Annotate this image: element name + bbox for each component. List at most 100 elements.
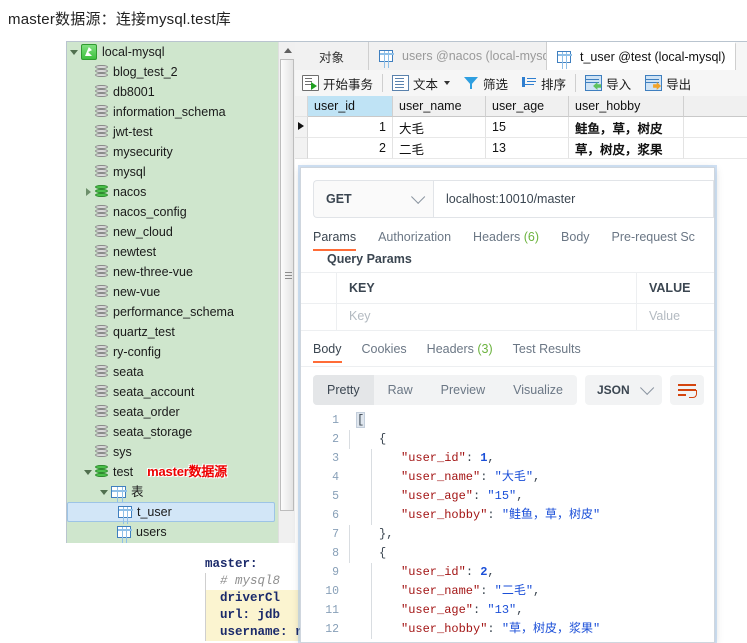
response-format-segments[interactable]: Pretty Raw Preview Visualize: [313, 375, 577, 405]
http-method-select[interactable]: GET: [313, 180, 433, 218]
tree-item-database[interactable]: seata: [67, 362, 278, 382]
code-text[interactable]: {: [349, 544, 386, 563]
tree-item-database[interactable]: nacos_config: [67, 202, 278, 222]
code-text[interactable]: "user_id": 2,: [349, 563, 495, 582]
column-header[interactable]: user_hobby: [569, 96, 684, 117]
tree-vertical-scrollbar[interactable]: [278, 42, 295, 543]
chevron-down-icon[interactable]: [444, 81, 451, 85]
expand-arrow-icon[interactable]: [83, 466, 95, 478]
response-tab-body[interactable]: Body: [313, 342, 342, 363]
tree-item-database[interactable]: quartz_test: [67, 322, 278, 342]
cell-user_id[interactable]: 2: [308, 138, 393, 159]
code-text[interactable]: },: [349, 525, 393, 544]
code-text[interactable]: "user_age": "15",: [349, 487, 523, 506]
wrap-lines-icon[interactable]: [669, 375, 704, 405]
code-text[interactable]: {: [349, 430, 386, 449]
tree-item-database[interactable]: sys: [67, 442, 278, 462]
scrollbar-thumb[interactable]: [280, 59, 294, 511]
tree-item-database[interactable]: jwt-test: [67, 122, 278, 142]
tree-item-database[interactable]: seata_order: [67, 402, 278, 422]
column-header[interactable]: user_age: [486, 96, 569, 117]
toolbar-text-button[interactable]: 文本: [385, 70, 457, 96]
request-url-input[interactable]: localhost:10010/master: [433, 180, 714, 218]
code-line: 2{: [301, 430, 714, 449]
navicat-tab-2[interactable]: t_user @test (local-mysql): [547, 42, 737, 70]
format-segment-visualize[interactable]: Visualize: [499, 375, 577, 405]
response-body-code[interactable]: 1[2{3 "user_id": 1, 4 "user_name": "大毛", 5 "u…: [301, 411, 714, 642]
request-tab-authorization[interactable]: Authorization: [378, 230, 451, 251]
cell-user_age[interactable]: 15: [486, 117, 569, 138]
tree-item-tables-folder[interactable]: 表: [67, 482, 278, 502]
params-table-row[interactable]: Key Value: [301, 302, 714, 331]
code-text[interactable]: "user_id": 1,: [349, 449, 495, 468]
tree-item-database[interactable]: newtest: [67, 242, 278, 262]
format-segment-raw[interactable]: Raw: [374, 375, 427, 405]
column-header[interactable]: user_name: [393, 96, 486, 117]
code-text[interactable]: "user_name": "二毛",: [349, 582, 540, 601]
tree-item-database[interactable]: information_schema: [67, 102, 278, 122]
response-tabs[interactable]: Body Cookies Headers (3) Test Results: [313, 342, 581, 363]
toolbar-begin-transaction-button[interactable]: 开始事务: [295, 70, 380, 96]
tree-item-database[interactable]: new-vue: [67, 282, 278, 302]
cell-user_hobby[interactable]: 草，树皮，浆果: [569, 138, 684, 159]
expand-arrow-placeholder: [83, 326, 95, 338]
expand-arrow-icon[interactable]: [83, 186, 95, 198]
request-tab-body[interactable]: Body: [561, 230, 590, 251]
tree-item-database[interactable]: performance_schema: [67, 302, 278, 322]
params-key-input[interactable]: Key: [337, 302, 637, 330]
navicat-tab-1[interactable]: users @nacos (local-mysql) ...: [369, 42, 547, 70]
tree-item-database[interactable]: mysecurity: [67, 142, 278, 162]
tree-item-database-test[interactable]: test master数据源: [67, 462, 278, 482]
code-text[interactable]: "user_age": "13",: [349, 601, 523, 620]
cell-user_hobby[interactable]: 鲑鱼，草，树皮: [569, 117, 684, 138]
scroll-up-arrow-icon[interactable]: [279, 42, 295, 58]
cell-user_id[interactable]: 1: [308, 117, 393, 138]
cell-user_name[interactable]: 二毛: [393, 138, 486, 159]
tree-item-connection[interactable]: local-mysql: [67, 42, 278, 62]
tree-item-database[interactable]: mysql: [67, 162, 278, 182]
expand-arrow-icon[interactable]: [69, 46, 81, 58]
database-tree-panel[interactable]: local-mysql blog_test_2 db8001 information_…: [67, 42, 278, 543]
tree-item-database[interactable]: db8001: [67, 82, 278, 102]
request-tabs[interactable]: Params Authorization Headers (6) Body Pre-re…: [313, 230, 695, 251]
tree-item-database[interactable]: seata_storage: [67, 422, 278, 442]
toolbar-filter-button[interactable]: 筛选: [457, 70, 515, 96]
toolbar-export-button[interactable]: 导出: [638, 70, 698, 96]
table-row[interactable]: 1 大毛 15 鲑鱼，草，树皮: [295, 117, 747, 138]
tree-item-database[interactable]: new-three-vue: [67, 262, 278, 282]
params-value-input[interactable]: Value: [637, 302, 714, 330]
toolbar-sort-button[interactable]: 排序: [515, 70, 573, 96]
column-header[interactable]: user_id: [308, 96, 393, 117]
request-tab-params[interactable]: Params: [313, 230, 357, 251]
table-row[interactable]: 2 二毛 13 草，树皮，浆果: [295, 138, 747, 159]
toolbar-import-button[interactable]: 导入: [578, 70, 638, 96]
format-segment-preview[interactable]: Preview: [427, 375, 499, 405]
response-tab-test-results[interactable]: Test Results: [513, 342, 581, 363]
cell-user_name[interactable]: 大毛: [393, 117, 486, 138]
code-text[interactable]: "user_name": "大毛",: [349, 468, 540, 487]
expand-arrow-icon[interactable]: [99, 486, 111, 498]
params-row-checkbox[interactable]: [301, 302, 337, 330]
format-segment-pretty[interactable]: Pretty: [313, 375, 374, 405]
code-text[interactable]: "user_hobby": "鲑鱼，草，树皮": [349, 506, 600, 525]
navicat-tab-0[interactable]: 对象: [295, 42, 369, 70]
tree-item-table[interactable]: users: [67, 522, 278, 542]
cell-user_age[interactable]: 13: [486, 138, 569, 159]
tree-item-database[interactable]: blog_test_2: [67, 62, 278, 82]
request-tab-headers[interactable]: Headers (6): [473, 230, 539, 251]
tree-item-database[interactable]: seata_account: [67, 382, 278, 402]
navicat-toolbar[interactable]: 开始事务 文本 筛选 排序 导入 导出: [295, 70, 747, 97]
response-tab-headers[interactable]: Headers (3): [427, 342, 493, 363]
request-tab-pre-request-sc[interactable]: Pre-request Sc: [612, 230, 695, 251]
tree-item-label: sys: [113, 445, 132, 459]
code-text[interactable]: [: [349, 411, 366, 430]
tree-item-database[interactable]: new_cloud: [67, 222, 278, 242]
tree-item-table[interactable]: t_user: [67, 502, 275, 522]
tree-item-database[interactable]: ry-config: [67, 342, 278, 362]
data-grid[interactable]: user_id user_name user_age user_hobby 1 大毛 15 鲑…: [295, 96, 747, 159]
code-text[interactable]: "user_hobby": "草，树皮，浆果": [349, 620, 600, 639]
content-type-select[interactable]: JSON: [584, 375, 662, 405]
response-tab-cookies[interactable]: Cookies: [362, 342, 407, 363]
tree-item-database[interactable]: nacos: [67, 182, 278, 202]
navicat-tabbar[interactable]: 对象 users @nacos (local-mysql) ... t_user @…: [295, 42, 747, 71]
